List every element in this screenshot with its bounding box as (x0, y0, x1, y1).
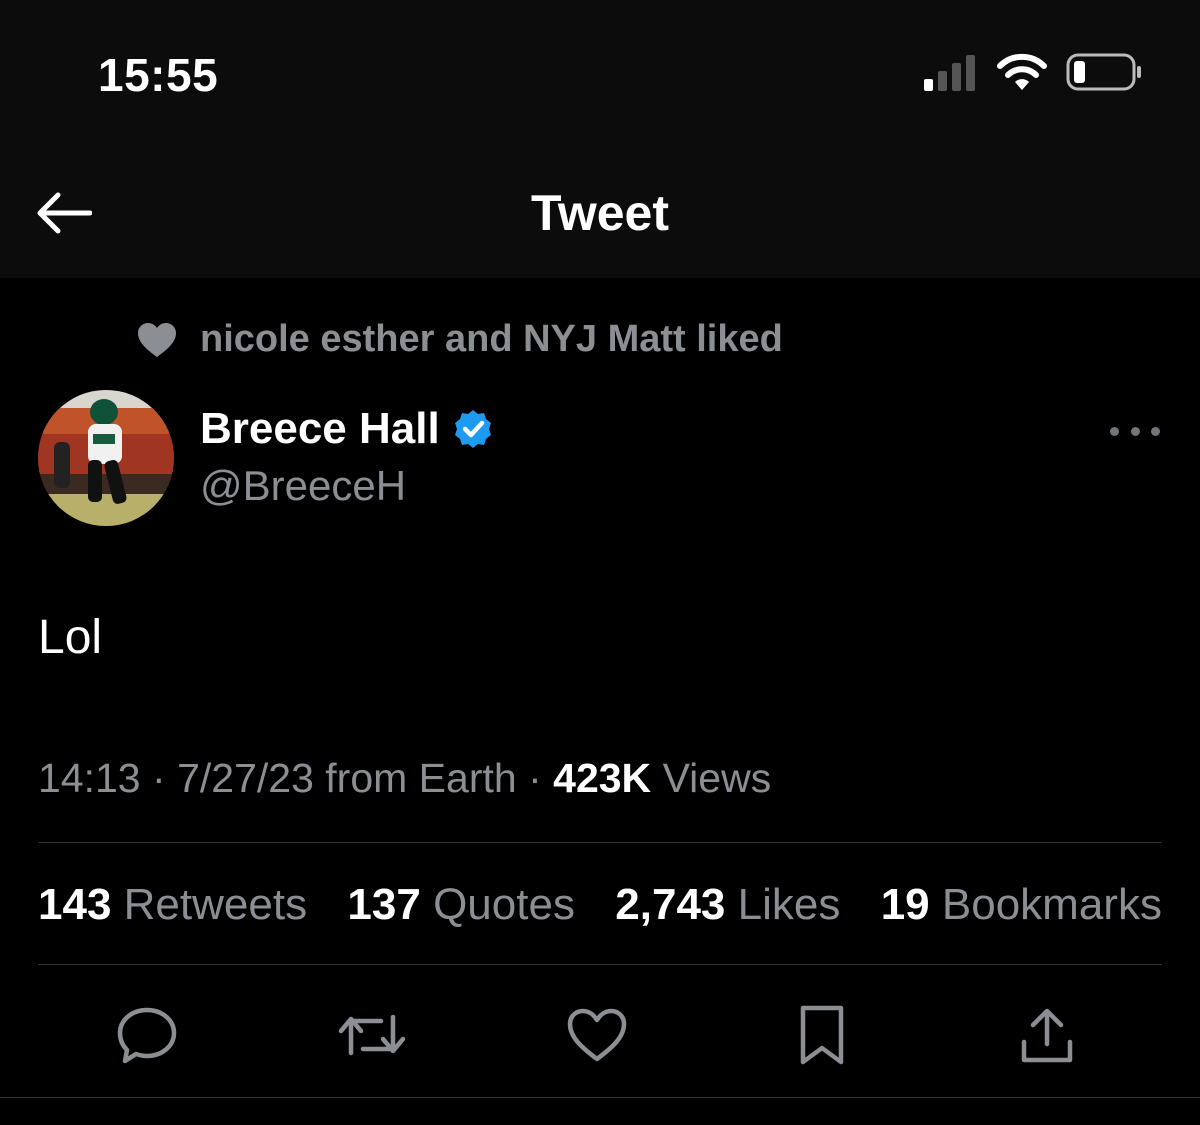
tweet-time: 14:13 (38, 755, 141, 801)
page-title: Tweet (531, 185, 669, 241)
stat-label: Likes (737, 880, 841, 929)
author-name: Breece Hall (200, 404, 440, 453)
tweet-meta: 14:13 · 7/27/23 from Earth · 423K Views (38, 755, 771, 802)
bookmark-icon (800, 1005, 844, 1065)
stat-count: 19 (880, 880, 930, 929)
tweet-text: Lol (38, 611, 103, 664)
engagement-stats: 143 Retweets 137 Quotes 2,743 Likes 19 B… (38, 880, 1162, 930)
bookmarks-stat[interactable]: 19 Bookmarks (881, 880, 1162, 930)
author-info[interactable]: Breece Hall @BreeceH (200, 404, 494, 510)
stat-count: 143 (38, 880, 112, 929)
action-bar (0, 1000, 1200, 1070)
cellular-signal-icon (924, 55, 975, 91)
quotes-stat[interactable]: 137 Quotes (347, 880, 575, 930)
verified-badge-icon (454, 410, 491, 448)
divider (38, 964, 1162, 965)
reply-icon (117, 1007, 177, 1064)
social-context-text: nicole esther and NYJ Matt liked (200, 318, 783, 360)
meta-separator: · (528, 755, 542, 801)
like-icon (567, 1008, 627, 1062)
views-label: Views (662, 755, 772, 801)
status-time: 15:55 (98, 49, 219, 101)
like-button[interactable] (562, 1000, 632, 1070)
nav-bar: Tweet (0, 150, 1200, 278)
tweet-source: from Earth (325, 755, 517, 801)
share-icon (1021, 1008, 1073, 1063)
divider (0, 1097, 1200, 1098)
more-options-button[interactable] (1110, 418, 1160, 444)
stat-label: Retweets (123, 880, 308, 929)
heart-icon (138, 322, 176, 357)
stat-label: Quotes (433, 880, 575, 929)
retweets-stat[interactable]: 143 Retweets (38, 880, 307, 930)
author-handle: @BreeceH (200, 462, 407, 509)
divider (38, 842, 1162, 843)
stat-label: Bookmarks (941, 880, 1162, 929)
status-icons (924, 52, 1144, 92)
reply-button[interactable] (112, 1000, 182, 1070)
likes-stat[interactable]: 2,743 Likes (615, 880, 840, 930)
retweet-icon (338, 1014, 406, 1056)
meta-separator: · (152, 755, 166, 801)
avatar[interactable] (38, 390, 174, 526)
share-button[interactable] (1012, 1000, 1082, 1070)
battery-icon (1066, 53, 1141, 91)
stat-count: 2,743 (615, 880, 726, 929)
status-bar: 15:55 (0, 0, 1200, 150)
social-context[interactable]: nicole esther and NYJ Matt liked (136, 318, 783, 361)
retweet-button[interactable] (337, 1000, 407, 1070)
bookmark-button[interactable] (787, 1000, 857, 1070)
views-link[interactable]: 423K Views (553, 755, 771, 801)
more-dot-icon (1151, 426, 1160, 436)
stat-count: 137 (347, 880, 421, 929)
more-dot-icon (1130, 426, 1140, 436)
wifi-icon (997, 53, 1047, 90)
views-count: 423K (553, 755, 652, 801)
tweet-date: 7/27/23 (177, 755, 314, 801)
avatar-photo (38, 390, 174, 526)
more-dot-icon (1110, 426, 1119, 436)
